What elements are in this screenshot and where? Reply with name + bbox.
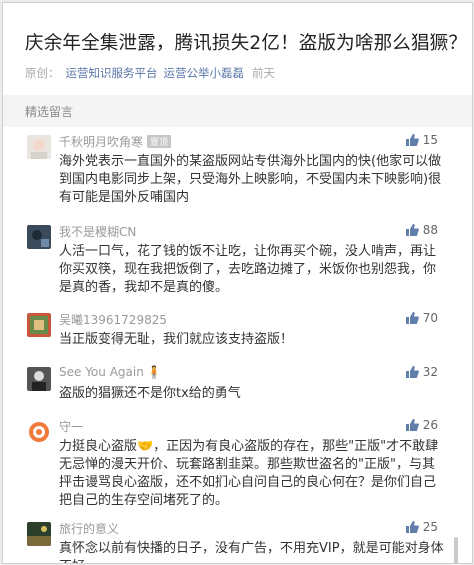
person-emoji-icon: 🧍 [146, 365, 162, 379]
pinned-badge: 置顶 [147, 135, 172, 148]
like-count: 88 [422, 223, 438, 237]
comment-nickname: See You Again 🧍 [59, 365, 162, 379]
comment-text: 力挺良心盗版🤝，正因为有良心盗版的存在，那些"正版"才不敢肆无忌惮的漫天开价、玩… [59, 439, 439, 508]
like-count: 25 [422, 520, 438, 534]
publish-time: 前天 [252, 66, 275, 80]
source-label: 原创： [25, 66, 60, 80]
avatar[interactable] [27, 522, 51, 546]
thumbs-up-icon [405, 134, 419, 149]
thumbs-up-icon [405, 312, 419, 327]
like-button[interactable]: 15 [405, 133, 438, 149]
comment-nickname: 千秋明月吹角寒 置顶 [59, 133, 172, 150]
comment-text: 人活一口气，花了钱的饭不让吃，让你再买个碗，没人啃声，再让你买双筷，现在我把饭倒… [59, 244, 437, 295]
avatar[interactable] [27, 225, 51, 249]
comment-nickname: 守一 [59, 420, 84, 434]
article-meta: 原创： 运营知识服务平台 运营公举小磊磊 前天 [25, 65, 275, 81]
avatar[interactable] [27, 135, 51, 159]
article-title: 庆余年全集泄露，腾讯损失2亿！盗版为啥那么猖獗？ [25, 33, 468, 54]
comment-list: 千秋明月吹角寒 置顶 15 海外党表示一直国外的某盗版网站专供海外比国内的快(他家… [3, 127, 472, 563]
comment-text: 真怀念以前有快播的日子，没有广告，不用充VIP，就是可能对身体不好 [59, 541, 444, 563]
scrollbar-thumb[interactable] [454, 537, 458, 563]
author-link-1[interactable]: 运营知识服务平台 [66, 66, 158, 80]
comment-nickname: 旅行的意义 [59, 522, 120, 536]
like-button[interactable]: 88 [405, 223, 438, 239]
like-button[interactable]: 70 [405, 311, 438, 327]
like-button[interactable]: 25 [405, 520, 438, 536]
article-comments-page: 庆余年全集泄露，腾讯损失2亿！盗版为啥那么猖獗？ 原创： 运营知识服务平台 运营公举… [2, 2, 473, 564]
avatar[interactable] [27, 367, 51, 391]
section-label: 精选留言 [25, 105, 74, 119]
thumbs-up-icon [405, 366, 419, 381]
like-button[interactable]: 32 [405, 365, 438, 381]
thumbs-up-icon [405, 419, 419, 434]
comment-text: 盗版的猖獗还不是你tx给的勇气 [59, 386, 241, 401]
article-header: 庆余年全集泄露，腾讯损失2亿！盗版为啥那么猖獗？ 原创： 运营知识服务平台 运营公举… [3, 3, 472, 95]
like-count: 15 [422, 133, 438, 147]
comment-text: 当正版变得无耻，我们就应该支持盗版！ [59, 332, 294, 347]
like-button[interactable]: 26 [405, 418, 438, 434]
comment-nickname: 吴曦13961729825 [59, 313, 167, 327]
avatar[interactable] [27, 420, 51, 444]
avatar[interactable] [27, 313, 51, 337]
like-count: 26 [422, 418, 438, 432]
comment-nickname: 我不是稷糊CN [59, 225, 137, 239]
like-count: 32 [422, 365, 438, 379]
author-link-2[interactable]: 运营公举小磊磊 [164, 66, 245, 80]
thumbs-up-icon [405, 521, 419, 536]
like-count: 70 [422, 311, 438, 325]
comment-text: 海外党表示一直国外的某盗版网站专供海外比国内的快(他家可以做到国内电影同步上架，… [59, 154, 442, 205]
thumbs-up-icon [405, 224, 419, 239]
